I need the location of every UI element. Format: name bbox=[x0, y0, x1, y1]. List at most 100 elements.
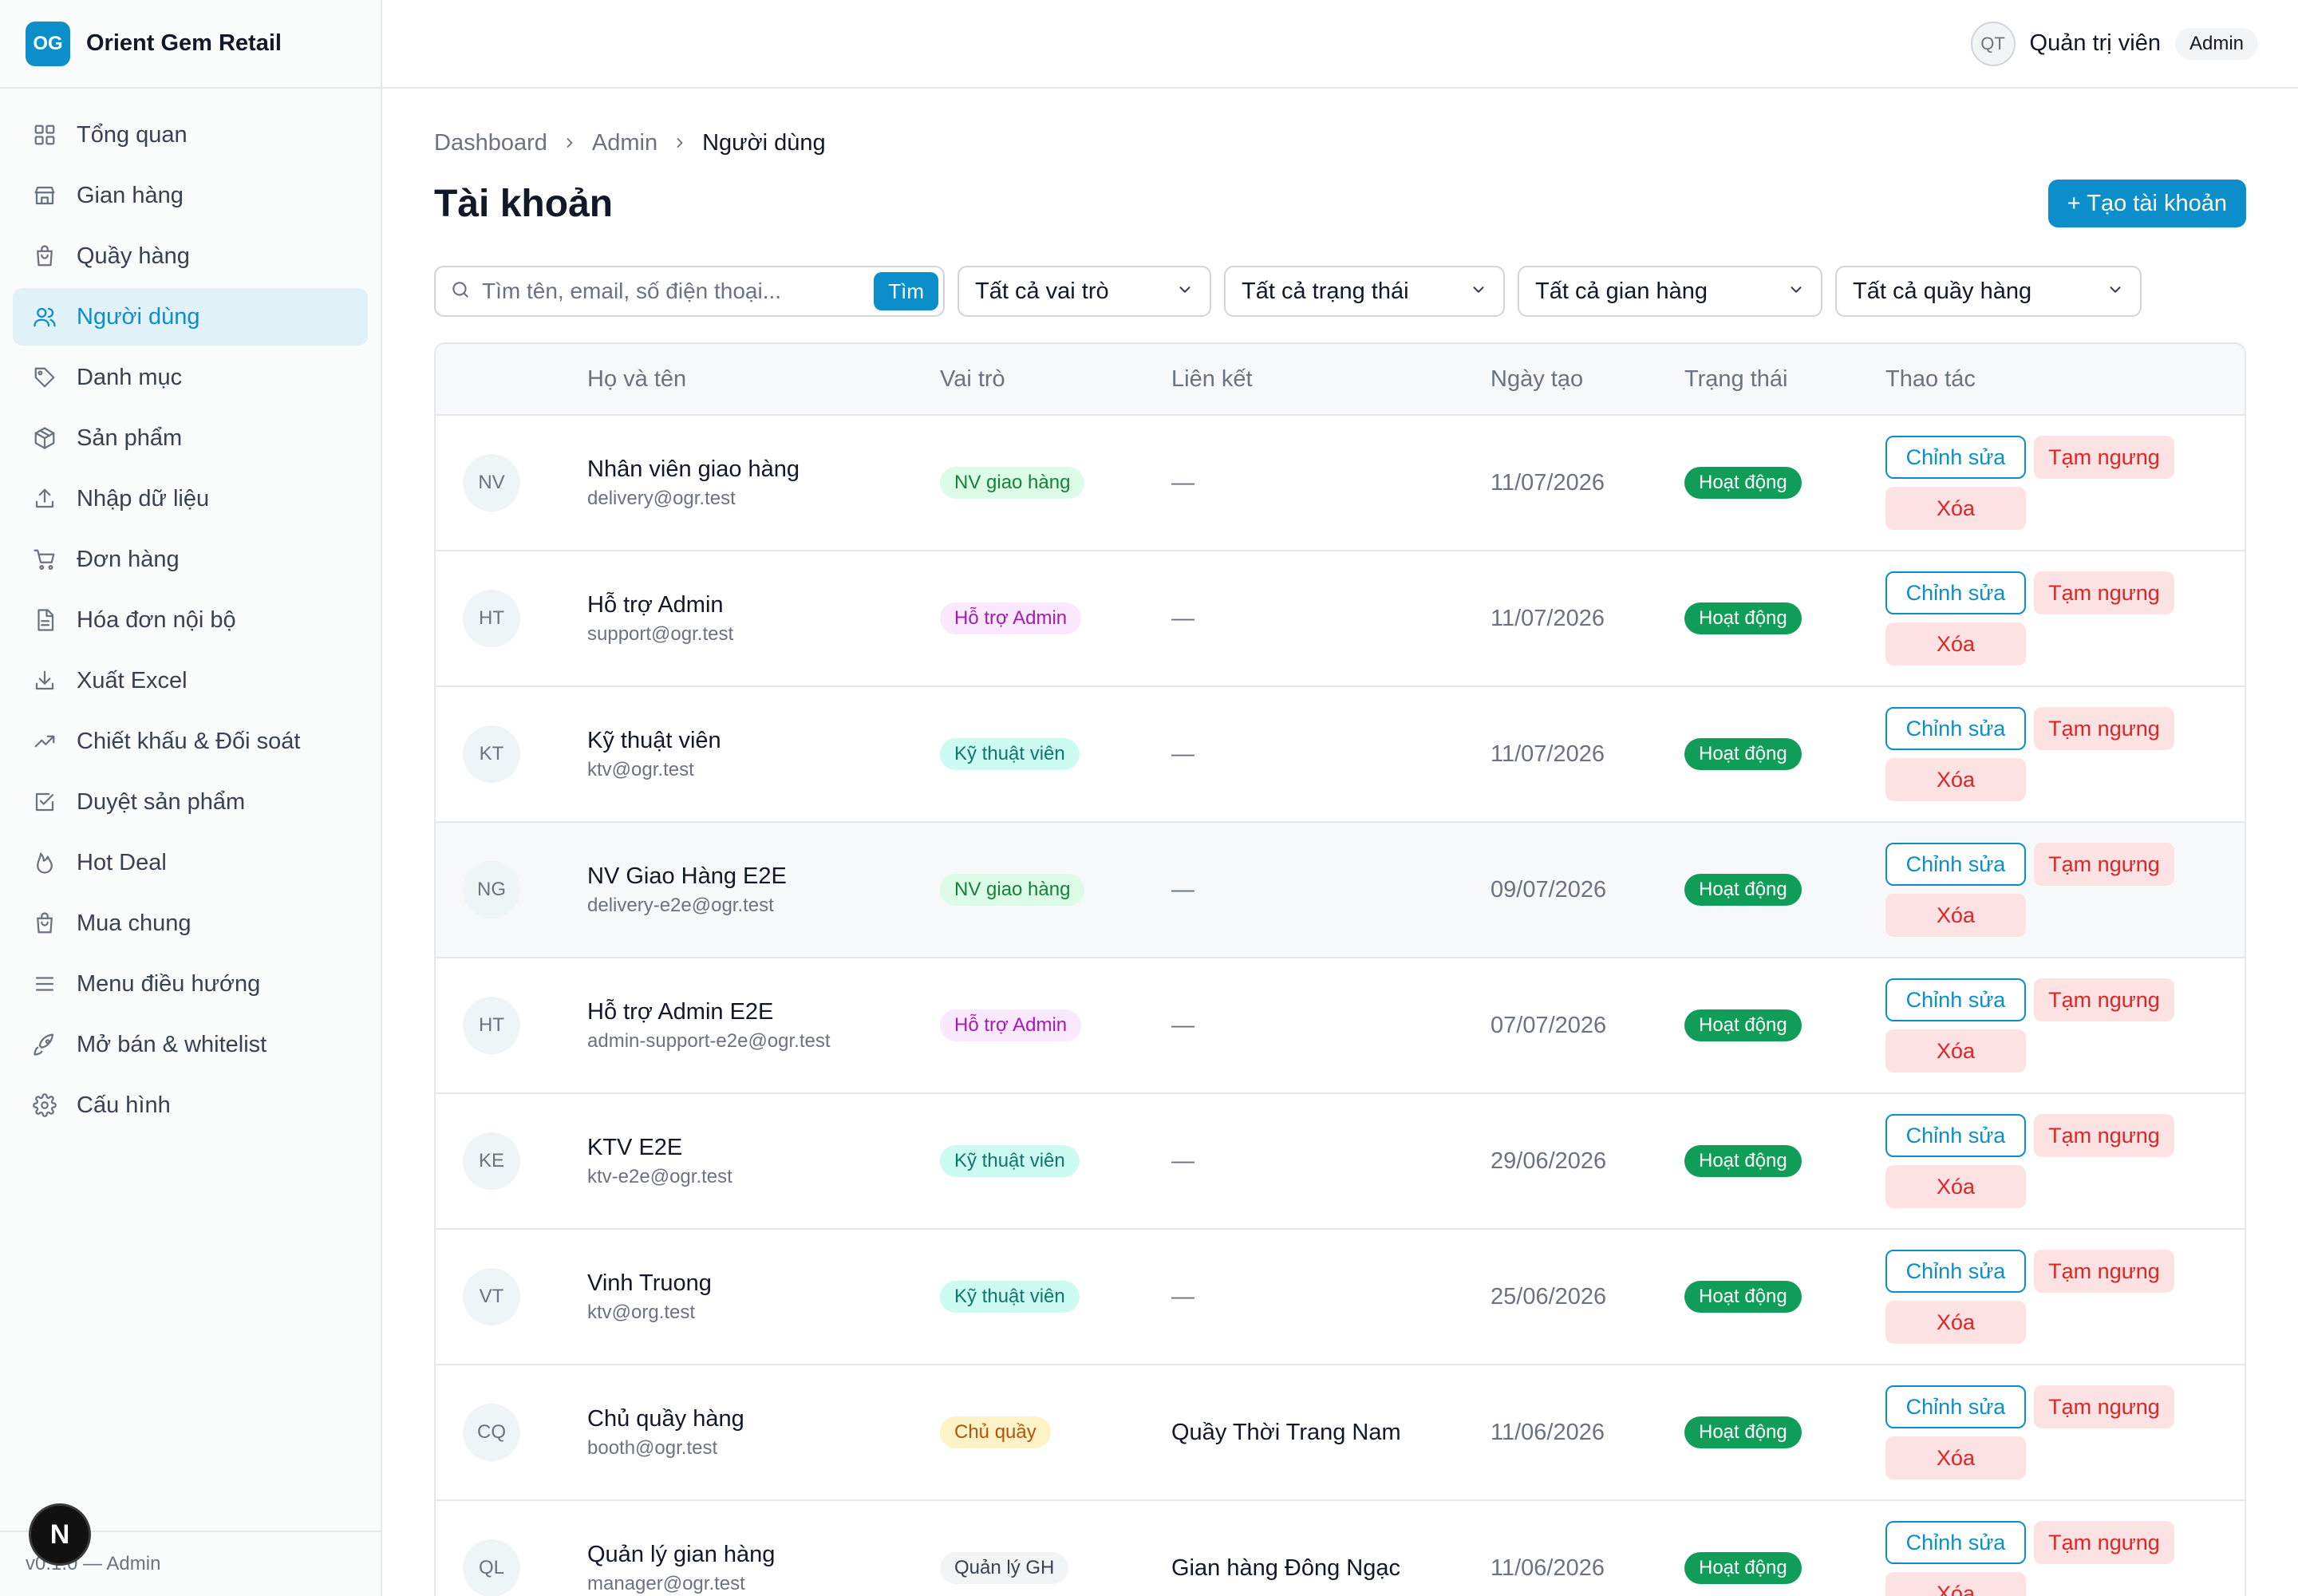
edit-button[interactable]: Chỉnh sửa bbox=[1885, 978, 2026, 1021]
status-filter-value: Tất cả trạng thái bbox=[1242, 278, 1409, 304]
sidebar-item-label: Chiết khấu & Đối soát bbox=[77, 728, 301, 754]
delete-button[interactable]: Xóa bbox=[1885, 894, 2026, 937]
status-badge: Hoạt động bbox=[1684, 467, 1802, 499]
sidebar-item-hoa-don-noi-bo[interactable]: Hóa đơn nội bộ bbox=[13, 591, 368, 649]
suspend-button[interactable]: Tạm ngưng bbox=[2034, 1385, 2174, 1428]
suspend-button[interactable]: Tạm ngưng bbox=[2034, 436, 2174, 479]
status-badge: Hoạt động bbox=[1684, 1281, 1802, 1313]
delete-button[interactable]: Xóa bbox=[1885, 1301, 2026, 1344]
linked-entity: — bbox=[1171, 1012, 1194, 1038]
role-badge: Hỗ trợ Admin bbox=[940, 1009, 1082, 1041]
role-badge: Hỗ trợ Admin bbox=[940, 602, 1082, 634]
sidebar-item-label: Mua chung bbox=[77, 910, 192, 936]
sidebar-item-cau-hinh[interactable]: Cấu hình bbox=[13, 1077, 368, 1134]
user-avatar: QL bbox=[463, 1539, 520, 1596]
edit-button[interactable]: Chỉnh sửa bbox=[1885, 1114, 2026, 1157]
table-row[interactable]: HT Hỗ trợ Admin E2E admin-support-e2e@ogr.… bbox=[436, 957, 2245, 1092]
linked-entity: Quầy Thời Trang Nam bbox=[1171, 1419, 1401, 1445]
sidebar-item-nhap-du-lieu[interactable]: Nhập dữ liệu bbox=[13, 470, 368, 527]
sidebar-item-don-hang[interactable]: Đơn hàng bbox=[13, 531, 368, 588]
user-avatar: HT bbox=[463, 590, 520, 647]
sidebar-item-label: Hot Deal bbox=[77, 849, 167, 875]
sidebar-item-danh-muc[interactable]: Danh mục bbox=[13, 349, 368, 406]
user-email: booth@ogr.test bbox=[587, 1436, 718, 1459]
sidebar-item-menu-dieu-huong[interactable]: Menu điều hướng bbox=[13, 955, 368, 1013]
sidebar: OG Orient Gem Retail Tổng quan Gian hàng Q… bbox=[0, 0, 382, 1596]
next-dev-badge[interactable]: N bbox=[29, 1503, 91, 1566]
delete-button[interactable]: Xóa bbox=[1885, 758, 2026, 801]
sidebar-item-mo-ban-whitelist[interactable]: Mở bán & whitelist bbox=[13, 1016, 368, 1073]
user-name: Nhân viên giao hàng bbox=[587, 456, 800, 482]
create-account-button[interactable]: + Tạo tài khoản bbox=[2047, 180, 2246, 227]
user-name: Hỗ trợ Admin bbox=[587, 591, 724, 618]
user-avatar: NV bbox=[463, 454, 520, 512]
edit-button[interactable]: Chỉnh sửa bbox=[1885, 571, 2026, 614]
sidebar-item-label: Menu điều hướng bbox=[77, 970, 261, 997]
breadcrumb: Dashboard Admin Người dùng bbox=[434, 127, 2246, 159]
breadcrumb-admin[interactable]: Admin bbox=[592, 130, 657, 156]
chevron-right-icon bbox=[562, 135, 578, 151]
sidebar-item-chiet-khau-doi-soat[interactable]: Chiết khấu & Đối soát bbox=[13, 713, 368, 770]
sidebar-item-xuat-excel[interactable]: Xuất Excel bbox=[13, 652, 368, 709]
store-filter-select[interactable]: Tất cả gian hàng bbox=[1518, 266, 1822, 317]
suspend-button[interactable]: Tạm ngưng bbox=[2034, 1250, 2174, 1293]
sidebar-item-tong-quan[interactable]: Tổng quan bbox=[13, 106, 368, 164]
sidebar-item-label: Đơn hàng bbox=[77, 546, 180, 572]
sidebar-item-label: Nhập dữ liệu bbox=[77, 485, 210, 512]
suspend-button[interactable]: Tạm ngưng bbox=[2034, 843, 2174, 886]
search-input[interactable] bbox=[482, 279, 875, 304]
edit-button[interactable]: Chỉnh sửa bbox=[1885, 1385, 2026, 1428]
chevron-down-icon bbox=[2106, 279, 2124, 305]
table-row[interactable]: CQ Chủ quầy hàng booth@ogr.test Chủ quầy Quầ… bbox=[436, 1364, 2245, 1499]
role-badge: Kỹ thuật viên bbox=[940, 1145, 1080, 1177]
sidebar-item-label: Mở bán & whitelist bbox=[77, 1031, 267, 1057]
suspend-button[interactable]: Tạm ngưng bbox=[2034, 571, 2174, 614]
suspend-button[interactable]: Tạm ngưng bbox=[2034, 1521, 2174, 1564]
delete-button[interactable]: Xóa bbox=[1885, 487, 2026, 530]
table-row[interactable]: VT Vinh Truong ktv@org.test Kỹ thuật viên — 2… bbox=[436, 1228, 2245, 1364]
status-filter-select[interactable]: Tất cả trạng thái bbox=[1224, 266, 1505, 317]
role-badge: NV giao hàng bbox=[940, 467, 1085, 499]
table-row[interactable]: NG NV Giao Hàng E2E delivery-e2e@ogr.test N… bbox=[436, 821, 2245, 957]
edit-button[interactable]: Chỉnh sửa bbox=[1885, 1521, 2026, 1564]
sidebar-item-hot-deal[interactable]: Hot Deal bbox=[13, 834, 368, 891]
table-row[interactable]: HT Hỗ trợ Admin support@ogr.test Hỗ trợ Adm… bbox=[436, 550, 2245, 685]
status-badge: Hoạt động bbox=[1684, 738, 1802, 770]
delete-button[interactable]: Xóa bbox=[1885, 1029, 2026, 1073]
delete-button[interactable]: Xóa bbox=[1885, 1165, 2026, 1208]
user-name[interactable]: Quản trị viên bbox=[2030, 30, 2161, 57]
sidebar-item-san-pham[interactable]: Sản phẩm bbox=[13, 409, 368, 467]
table-row[interactable]: QL Quản lý gian hàng manager@ogr.test Quản … bbox=[436, 1499, 2245, 1596]
delete-button[interactable]: Xóa bbox=[1885, 1572, 2026, 1596]
table-row[interactable]: KT Kỹ thuật viên ktv@ogr.test Kỹ thuật viên… bbox=[436, 685, 2245, 821]
delete-button[interactable]: Xóa bbox=[1885, 1436, 2026, 1479]
edit-button[interactable]: Chỉnh sửa bbox=[1885, 843, 2026, 886]
table-row[interactable]: NV Nhân viên giao hàng delivery@ogr.test NV… bbox=[436, 414, 2245, 550]
user-avatar[interactable]: QT bbox=[1970, 21, 2016, 66]
suspend-button[interactable]: Tạm ngưng bbox=[2034, 978, 2174, 1021]
breadcrumb-dashboard[interactable]: Dashboard bbox=[434, 130, 547, 156]
edit-button[interactable]: Chỉnh sửa bbox=[1885, 1250, 2026, 1293]
booth-filter-select[interactable]: Tất cả quầy hàng bbox=[1835, 266, 2142, 317]
edit-button[interactable]: Chỉnh sửa bbox=[1885, 436, 2026, 479]
table-row[interactable]: KE KTV E2E ktv-e2e@ogr.test Kỹ thuật viên — 2… bbox=[436, 1092, 2245, 1228]
suspend-button[interactable]: Tạm ngưng bbox=[2034, 1114, 2174, 1157]
linked-entity: — bbox=[1171, 469, 1194, 496]
search-button[interactable]: Tìm bbox=[874, 272, 938, 310]
user-avatar: HT bbox=[463, 997, 520, 1054]
chevron-down-icon bbox=[1470, 279, 1487, 305]
sidebar-item-quay-hang[interactable]: Quầy hàng bbox=[13, 227, 368, 285]
edit-button[interactable]: Chỉnh sửa bbox=[1885, 707, 2026, 750]
user-name: Vinh Truong bbox=[587, 1270, 712, 1296]
delete-button[interactable]: Xóa bbox=[1885, 622, 2026, 666]
sidebar-item-duyet-san-pham[interactable]: Duyệt sản phẩm bbox=[13, 773, 368, 831]
sidebar-item-mua-chung[interactable]: Mua chung bbox=[13, 895, 368, 952]
linked-entity: — bbox=[1171, 1148, 1194, 1174]
role-filter-select[interactable]: Tất cả vai trò bbox=[958, 266, 1211, 317]
suspend-button[interactable]: Tạm ngưng bbox=[2034, 707, 2174, 750]
sidebar-item-nguoi-dung[interactable]: Người dùng bbox=[13, 288, 368, 346]
package-icon bbox=[32, 425, 57, 451]
menu-icon bbox=[32, 971, 57, 997]
brand[interactable]: OG Orient Gem Retail bbox=[0, 0, 381, 89]
sidebar-item-gian-hang[interactable]: Gian hàng bbox=[13, 167, 368, 224]
